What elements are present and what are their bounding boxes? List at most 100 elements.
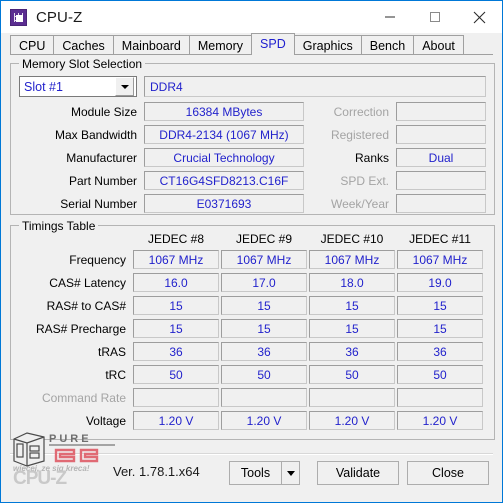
footer-divider bbox=[10, 453, 493, 455]
tab-about[interactable]: About bbox=[413, 35, 464, 55]
spd-panel: Memory Slot Selection Slot #1 DDR4 Modul… bbox=[1, 55, 502, 442]
column-header-jedec-8: JEDEC #8 bbox=[147, 232, 205, 246]
part-number-field: CT16G4SFD8213.C16F bbox=[144, 171, 304, 190]
cell-trc-jedec10: 50 bbox=[309, 365, 395, 384]
cell-ras-precharge-jedec10: 15 bbox=[309, 319, 395, 338]
timings-table-legend: Timings Table bbox=[19, 219, 99, 233]
label-registered: Registered bbox=[330, 128, 389, 142]
cell-ras-precharge-jedec8: 15 bbox=[133, 319, 219, 338]
close-button[interactable]: Close bbox=[407, 461, 489, 485]
cell-tras-jedec8: 36 bbox=[133, 342, 219, 361]
tab-strip: CPU Caches Mainboard Memory SPD Graphics… bbox=[1, 33, 502, 56]
tab-cpu[interactable]: CPU bbox=[10, 35, 55, 55]
cell-tras-jedec10: 36 bbox=[309, 342, 395, 361]
memory-slot-selection-legend: Memory Slot Selection bbox=[19, 57, 146, 71]
cell-command-rate-jedec9 bbox=[221, 388, 307, 407]
cell-frequency-jedec11: 1067 MHz bbox=[397, 250, 483, 269]
tab-memory[interactable]: Memory bbox=[188, 35, 253, 55]
cell-cas-latency-jedec10: 18.0 bbox=[309, 273, 395, 292]
window-title: CPU-Z bbox=[36, 8, 83, 26]
cell-trc-jedec11: 50 bbox=[397, 365, 483, 384]
timings-table-group: Timings Table JEDEC #8 JEDEC #9 JEDEC #1… bbox=[10, 219, 495, 440]
correction-field bbox=[396, 102, 486, 121]
max-bandwidth-field: DDR4-2134 (1067 MHz) bbox=[144, 125, 304, 144]
cell-ras-to-cas-jedec9: 15 bbox=[221, 296, 307, 315]
cell-command-rate-jedec10 bbox=[309, 388, 395, 407]
cpu-chip-icon bbox=[10, 8, 27, 26]
cell-cas-latency-jedec9: 17.0 bbox=[221, 273, 307, 292]
serial-number-field: E0371693 bbox=[144, 194, 304, 213]
label-tras: tRAS bbox=[97, 345, 126, 359]
watermark-tagline: wiecej, ze sig kreca! bbox=[13, 464, 90, 473]
label-ras-precharge: RAS# Precharge bbox=[35, 322, 126, 336]
watermark-ghost-text: CPU-Z bbox=[13, 468, 67, 486]
cell-frequency-jedec8: 1067 MHz bbox=[133, 250, 219, 269]
title-bar: CPU-Z bbox=[1, 1, 502, 33]
memory-slot-selection-group: Memory Slot Selection Slot #1 DDR4 Modul… bbox=[10, 57, 495, 215]
cell-frequency-jedec10: 1067 MHz bbox=[309, 250, 395, 269]
label-max-bandwidth: Max Bandwidth bbox=[54, 128, 137, 142]
tab-graphics[interactable]: Graphics bbox=[293, 35, 362, 55]
cell-tras-jedec9: 36 bbox=[221, 342, 307, 361]
tools-dropdown-arrow[interactable] bbox=[281, 461, 300, 485]
cpuz-ghost-watermark: wiecej, ze sig kreca! CPU-Z bbox=[13, 464, 90, 486]
label-ras-to-cas: RAS# to CAS# bbox=[46, 299, 126, 313]
label-part-number: Part Number bbox=[68, 174, 137, 188]
validate-button[interactable]: Validate bbox=[317, 461, 399, 485]
version-label: Ver. 1.78.1.x64 bbox=[113, 464, 200, 479]
cell-trc-jedec9: 50 bbox=[221, 365, 307, 384]
slot-select-value: Slot #1 bbox=[24, 79, 63, 94]
cell-ras-to-cas-jedec10: 15 bbox=[309, 296, 395, 315]
module-size-field: 16384 MBytes bbox=[144, 102, 304, 121]
spd-ext-field bbox=[396, 171, 486, 190]
label-module-size: Module Size bbox=[70, 105, 137, 119]
label-manufacturer: Manufacturer bbox=[66, 151, 137, 165]
column-header-jedec-10: JEDEC #10 bbox=[320, 232, 384, 246]
label-correction: Correction bbox=[333, 105, 389, 119]
close-icon[interactable] bbox=[457, 1, 502, 33]
module-type-field: DDR4 bbox=[144, 76, 486, 97]
tab-mainboard[interactable]: Mainboard bbox=[112, 35, 190, 55]
label-voltage: Voltage bbox=[85, 414, 126, 428]
chevron-down-icon[interactable] bbox=[115, 77, 134, 96]
week-year-field bbox=[396, 194, 486, 213]
label-trc: tRC bbox=[105, 368, 126, 382]
footer-bar: PURE wiecej, ze sig kreca! CPU-Z Ver. 1.… bbox=[1, 432, 502, 502]
column-header-jedec-11: JEDEC #11 bbox=[409, 232, 471, 246]
label-serial-number: Serial Number bbox=[60, 197, 137, 211]
cell-frequency-jedec9: 1067 MHz bbox=[221, 250, 307, 269]
minimize-icon[interactable] bbox=[367, 1, 412, 33]
cell-cas-latency-jedec11: 19.0 bbox=[397, 273, 483, 292]
cell-ras-to-cas-jedec11: 15 bbox=[397, 296, 483, 315]
window-controls bbox=[367, 1, 502, 33]
cell-trc-jedec8: 50 bbox=[133, 365, 219, 384]
cell-voltage-jedec11: 1.20 V bbox=[397, 411, 483, 430]
tab-spd[interactable]: SPD bbox=[251, 33, 295, 56]
label-week-year: Week/Year bbox=[330, 197, 389, 211]
cell-voltage-jedec8: 1.20 V bbox=[133, 411, 219, 430]
label-command-rate: Command Rate bbox=[41, 391, 126, 405]
cpuz-window: CPU-Z CPU Caches Mainboard Memory SPD Gr… bbox=[0, 0, 503, 503]
label-cas-latency: CAS# Latency bbox=[49, 276, 126, 290]
tools-button[interactable]: Tools bbox=[229, 461, 281, 485]
cell-voltage-jedec10: 1.20 V bbox=[309, 411, 395, 430]
slot-select[interactable]: Slot #1 bbox=[19, 76, 137, 97]
manufacturer-field: Crucial Technology bbox=[144, 148, 304, 167]
maximize-icon[interactable] bbox=[412, 1, 457, 33]
chevron-down-icon bbox=[286, 470, 295, 476]
tab-bench[interactable]: Bench bbox=[360, 35, 415, 55]
tab-caches[interactable]: Caches bbox=[53, 35, 114, 55]
cell-cas-latency-jedec8: 16.0 bbox=[133, 273, 219, 292]
ranks-field: Dual bbox=[396, 148, 486, 167]
label-spd-ext: SPD Ext. bbox=[340, 174, 389, 188]
label-ranks: Ranks bbox=[354, 151, 389, 165]
column-header-jedec-9: JEDEC #9 bbox=[235, 232, 293, 246]
cell-tras-jedec11: 36 bbox=[397, 342, 483, 361]
cell-ras-precharge-jedec11: 15 bbox=[397, 319, 483, 338]
cell-voltage-jedec9: 1.20 V bbox=[221, 411, 307, 430]
cell-ras-to-cas-jedec8: 15 bbox=[133, 296, 219, 315]
registered-field bbox=[396, 125, 486, 144]
cell-command-rate-jedec8 bbox=[133, 388, 219, 407]
cell-command-rate-jedec11 bbox=[397, 388, 483, 407]
cell-ras-precharge-jedec9: 15 bbox=[221, 319, 307, 338]
